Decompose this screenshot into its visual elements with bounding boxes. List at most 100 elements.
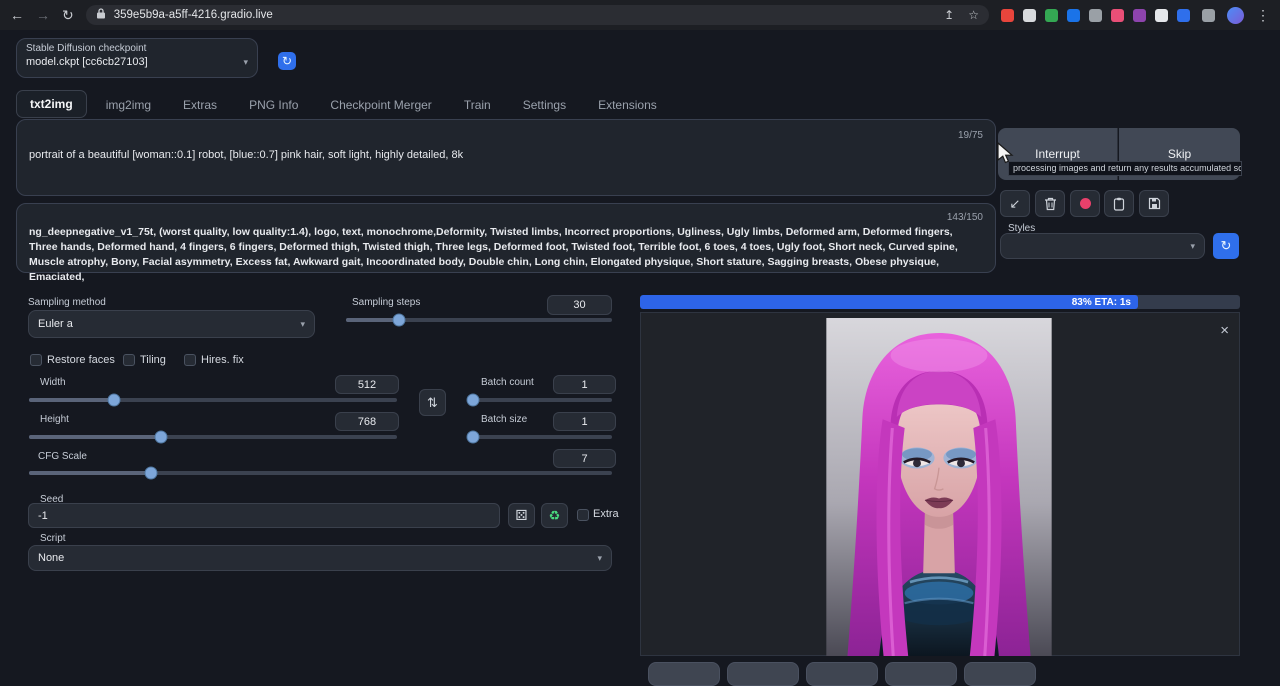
styles-dropdown[interactable]: ▾ bbox=[1000, 233, 1205, 259]
negative-token-counter: 143/150 bbox=[947, 212, 983, 223]
tab-checkpoint-merger[interactable]: Checkpoint Merger bbox=[317, 92, 444, 118]
batch-size-input[interactable]: 1 bbox=[553, 412, 616, 431]
browser-extension-icon[interactable] bbox=[1045, 9, 1058, 22]
cfg-scale-label: CFG Scale bbox=[38, 451, 87, 462]
restore-faces-checkbox[interactable] bbox=[30, 354, 42, 366]
script-dropdown[interactable]: None ▾ bbox=[28, 545, 612, 571]
width-input[interactable]: 512 bbox=[335, 375, 399, 394]
output-toolbar bbox=[648, 662, 1036, 686]
width-label: Width bbox=[40, 377, 66, 388]
sampling-method-dropdown[interactable]: Euler a ▾ bbox=[28, 310, 315, 338]
seed-extra-checkbox[interactable] bbox=[577, 509, 589, 521]
forward-icon[interactable]: → bbox=[36, 8, 50, 22]
batch-count-slider[interactable] bbox=[470, 398, 612, 402]
paste-generation-params-button[interactable]: ↙ bbox=[1000, 190, 1030, 217]
cfg-scale-slider[interactable] bbox=[29, 471, 612, 475]
output-toolbar-button[interactable] bbox=[806, 662, 878, 686]
sampling-steps-slider[interactable] bbox=[346, 318, 612, 322]
tab-train[interactable]: Train bbox=[451, 92, 504, 118]
checkpoint-value: model.ckpt [cc6cb27103] bbox=[26, 56, 148, 68]
batch-count-label: Batch count bbox=[481, 377, 534, 388]
browser-extension-icon[interactable] bbox=[1111, 9, 1124, 22]
cfg-scale-input[interactable]: 7 bbox=[553, 449, 616, 468]
output-toolbar-button[interactable] bbox=[648, 662, 720, 686]
tab-txt2img[interactable]: txt2img bbox=[16, 90, 87, 118]
chevron-down-icon: ▾ bbox=[300, 319, 305, 330]
main-tabs: txt2img img2img Extras PNG Info Checkpoi… bbox=[16, 90, 670, 118]
browser-extension-icon[interactable] bbox=[1155, 9, 1168, 22]
extension-icons bbox=[1001, 9, 1190, 22]
address-bar[interactable]: 359e5b9a-a5ff-4216.gradio.live ↥ ☆ bbox=[86, 5, 989, 25]
tab-extras[interactable]: Extras bbox=[170, 92, 230, 118]
height-label: Height bbox=[40, 414, 69, 425]
refresh-checkpoint-button[interactable]: ↻ bbox=[278, 52, 296, 70]
swap-dimensions-button[interactable]: ⇅ bbox=[419, 389, 446, 416]
close-preview-icon[interactable]: × bbox=[1220, 323, 1229, 338]
extensions-puzzle-icon[interactable] bbox=[1202, 9, 1215, 22]
browser-extension-icon[interactable] bbox=[1001, 9, 1014, 22]
batch-count-input[interactable]: 1 bbox=[553, 375, 616, 394]
prompt-textarea[interactable]: portrait of a beautiful [woman::0.1] rob… bbox=[29, 149, 983, 161]
profile-avatar[interactable] bbox=[1227, 7, 1244, 24]
extra-networks-button[interactable] bbox=[1070, 190, 1100, 217]
chevron-down-icon: ▾ bbox=[243, 57, 248, 68]
script-label: Script bbox=[40, 533, 66, 544]
height-input[interactable]: 768 bbox=[335, 412, 399, 431]
tab-extensions[interactable]: Extensions bbox=[585, 92, 670, 118]
tab-settings[interactable]: Settings bbox=[510, 92, 579, 118]
apply-styles-clipboard-button[interactable] bbox=[1104, 190, 1134, 217]
tab-png-info[interactable]: PNG Info bbox=[236, 92, 311, 118]
browser-extension-icon[interactable] bbox=[1067, 9, 1080, 22]
hires-fix-checkbox[interactable] bbox=[184, 354, 196, 366]
batch-size-label: Batch size bbox=[481, 414, 527, 425]
reload-icon[interactable]: ↻ bbox=[62, 8, 74, 22]
prompt-token-counter: 19/75 bbox=[958, 130, 983, 141]
batch-size-slider[interactable] bbox=[470, 435, 612, 439]
progress-fill: 83% ETA: 1s bbox=[640, 295, 1138, 309]
sampling-steps-label: Sampling steps bbox=[352, 297, 420, 308]
save-style-button[interactable] bbox=[1139, 190, 1169, 217]
tab-img2img[interactable]: img2img bbox=[93, 92, 164, 118]
refresh-styles-button[interactable]: ↻ bbox=[1213, 233, 1239, 259]
progress-bar: 83% ETA: 1s bbox=[640, 295, 1240, 309]
random-seed-dice-button[interactable]: ⚄ bbox=[508, 503, 535, 528]
browser-menu-icon[interactable]: ⋮ bbox=[1256, 8, 1270, 22]
browser-extension-icon[interactable] bbox=[1177, 9, 1190, 22]
output-toolbar-button[interactable] bbox=[885, 662, 957, 686]
negative-prompt-textarea[interactable]: ng_deepnegative_v1_75t, (worst quality, … bbox=[29, 225, 983, 285]
chevron-down-icon: ▾ bbox=[597, 553, 602, 564]
height-slider[interactable] bbox=[29, 435, 397, 439]
output-toolbar-button[interactable] bbox=[727, 662, 799, 686]
seed-input[interactable]: -1 bbox=[28, 503, 500, 528]
url-text: 359e5b9a-a5ff-4216.gradio.live bbox=[114, 9, 273, 21]
hires-fix-label: Hires. fix bbox=[201, 354, 244, 366]
reuse-seed-recycle-button[interactable]: ♻ bbox=[541, 503, 568, 528]
bookmark-star-icon[interactable]: ☆ bbox=[968, 8, 979, 22]
width-slider[interactable] bbox=[29, 398, 397, 402]
tiling-checkbox[interactable] bbox=[123, 354, 135, 366]
sampling-method-label: Sampling method bbox=[28, 297, 106, 308]
clear-prompt-trash-button[interactable] bbox=[1035, 190, 1065, 217]
prompt-box: 19/75 portrait of a beautiful [woman::0.… bbox=[16, 119, 996, 196]
checkpoint-select[interactable]: Stable Diffusion checkpoint model.ckpt [… bbox=[16, 38, 258, 78]
lock-icon bbox=[96, 6, 106, 24]
sampling-steps-input[interactable]: 30 bbox=[547, 295, 612, 315]
restore-faces-label: Restore faces bbox=[47, 354, 115, 366]
browser-toolbar: ← → ↻ 359e5b9a-a5ff-4216.gradio.live ↥ ☆… bbox=[0, 0, 1280, 30]
chevron-down-icon: ▾ bbox=[1190, 241, 1195, 252]
browser-extension-icon[interactable] bbox=[1023, 9, 1036, 22]
negative-prompt-box: 143/150 ng_deepnegative_v1_75t, (worst q… bbox=[16, 203, 996, 273]
generated-image[interactable] bbox=[826, 318, 1052, 656]
output-toolbar-button[interactable] bbox=[964, 662, 1036, 686]
interrupt-tooltip: processing images and return any results… bbox=[1008, 161, 1242, 176]
share-icon[interactable]: ↥ bbox=[944, 8, 954, 22]
sampling-method-value: Euler a bbox=[38, 318, 73, 330]
script-value: None bbox=[38, 552, 64, 564]
tiling-label: Tiling bbox=[140, 354, 166, 366]
browser-extension-icon[interactable] bbox=[1089, 9, 1102, 22]
red-dot-icon bbox=[1080, 198, 1091, 209]
back-icon[interactable]: ← bbox=[10, 8, 24, 22]
progress-text: 83% ETA: 1s bbox=[1072, 297, 1131, 308]
output-gallery: × bbox=[640, 312, 1240, 656]
browser-extension-icon[interactable] bbox=[1133, 9, 1146, 22]
